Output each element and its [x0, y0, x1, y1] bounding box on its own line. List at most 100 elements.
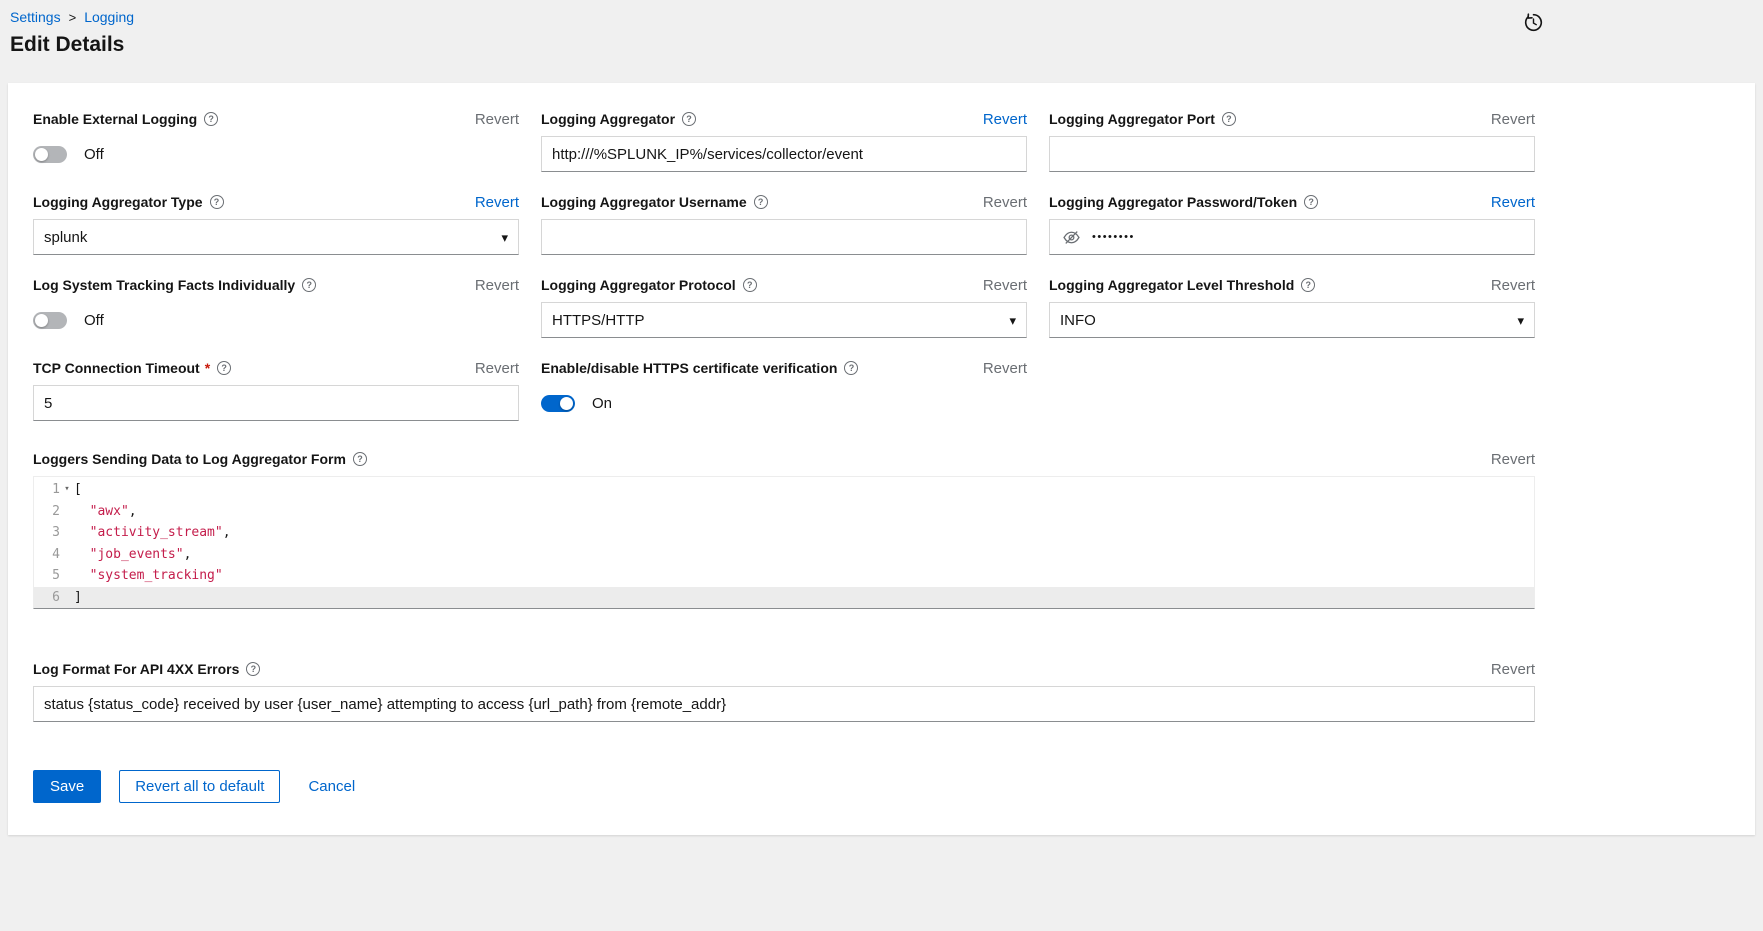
tcp-connection-timeout-input[interactable]	[33, 385, 519, 421]
select-value: splunk	[44, 229, 87, 246]
field-label: Logging Aggregator Protocol	[541, 277, 736, 293]
help-icon[interactable]: ?	[204, 112, 218, 126]
logging-aggregator-input[interactable]	[541, 136, 1027, 172]
logging-aggregator-type-select[interactable]: splunk ▾	[33, 219, 519, 255]
https-certificate-verification-toggle[interactable]	[541, 395, 575, 412]
eye-slash-icon	[1063, 229, 1080, 246]
revert-button[interactable]: Revert	[1491, 661, 1535, 678]
settings-form: Enable External Logging ? Revert Off Log…	[33, 109, 1730, 722]
loggers-code-editor[interactable]: 1▾ [ 2 "awx", 3 "activity_stream", 4 "jo…	[33, 476, 1535, 609]
field-logging-aggregator-type: Logging Aggregator Type ? Revert splunk …	[33, 192, 519, 255]
field-label: Logging Aggregator	[541, 111, 675, 127]
revert-button[interactable]: Revert	[1491, 277, 1535, 294]
field-label: Logging Aggregator Port	[1049, 111, 1215, 127]
revert-button[interactable]: Revert	[475, 194, 519, 211]
revert-button[interactable]: Revert	[1491, 194, 1535, 211]
code-line: 4 "job_events",	[34, 544, 1534, 566]
form-actions: Save Revert all to default Cancel	[33, 770, 1730, 803]
field-label: TCP Connection Timeout	[33, 360, 200, 376]
field-label: Log Format For API 4XX Errors	[33, 661, 239, 677]
required-asterisk: *	[205, 360, 210, 376]
field-logging-aggregator-protocol: Logging Aggregator Protocol ? Revert HTT…	[541, 275, 1027, 338]
help-icon[interactable]: ?	[1222, 112, 1236, 126]
help-icon[interactable]: ?	[743, 278, 757, 292]
field-label: Logging Aggregator Level Threshold	[1049, 277, 1294, 293]
help-icon[interactable]: ?	[1304, 195, 1318, 209]
select-value: HTTPS/HTTP	[552, 312, 645, 329]
breadcrumb-settings-link[interactable]: Settings	[10, 9, 61, 25]
help-icon[interactable]: ?	[353, 452, 367, 466]
field-https-certificate-verification: Enable/disable HTTPS certificate verific…	[541, 358, 1027, 421]
toggle-state-label: On	[592, 395, 612, 412]
help-icon[interactable]: ?	[217, 361, 231, 375]
chevron-down-icon: ▾	[1009, 314, 1016, 327]
breadcrumb-separator: >	[69, 10, 77, 25]
breadcrumb-logging-link[interactable]: Logging	[84, 9, 134, 25]
field-label: Logging Aggregator Username	[541, 194, 747, 210]
code-line: 3 "activity_stream",	[34, 522, 1534, 544]
chevron-down-icon: ▾	[1517, 314, 1524, 327]
revert-button[interactable]: Revert	[1491, 451, 1535, 468]
help-icon[interactable]: ?	[246, 662, 260, 676]
help-icon[interactable]: ?	[210, 195, 224, 209]
logging-aggregator-level-select[interactable]: INFO ▾	[1049, 302, 1535, 338]
revert-all-button[interactable]: Revert all to default	[119, 770, 280, 803]
field-logging-aggregator-password: Logging Aggregator Password/Token ? Reve…	[1049, 192, 1535, 255]
line-number: 4	[34, 544, 60, 566]
revert-button[interactable]: Revert	[983, 277, 1027, 294]
field-logging-aggregator-port: Logging Aggregator Port ? Revert	[1049, 109, 1535, 172]
field-logging-aggregator: Logging Aggregator ? Revert	[541, 109, 1027, 172]
revert-button[interactable]: Revert	[475, 111, 519, 128]
field-logging-aggregator-level-threshold: Logging Aggregator Level Threshold ? Rev…	[1049, 275, 1535, 338]
logging-aggregator-username-input[interactable]	[541, 219, 1027, 255]
log-system-tracking-toggle[interactable]	[33, 312, 67, 329]
toggle-knob	[35, 314, 48, 327]
logging-aggregator-port-input[interactable]	[1049, 136, 1535, 172]
code-line: 2 "awx",	[34, 501, 1534, 523]
history-icon	[1524, 13, 1543, 32]
field-label: Loggers Sending Data to Log Aggregator F…	[33, 451, 346, 467]
revert-button[interactable]: Revert	[475, 360, 519, 377]
toggle-knob	[35, 148, 48, 161]
help-icon[interactable]: ?	[1301, 278, 1315, 292]
edit-details-card: Enable External Logging ? Revert Off Log…	[8, 83, 1755, 835]
help-icon[interactable]: ?	[302, 278, 316, 292]
revert-button[interactable]: Revert	[983, 194, 1027, 211]
field-loggers-sending-data: Loggers Sending Data to Log Aggregator F…	[33, 449, 1535, 609]
page-title: Edit Details	[10, 33, 1751, 57]
logging-aggregator-protocol-select[interactable]: HTTPS/HTTP ▾	[541, 302, 1027, 338]
line-number: 3	[34, 522, 60, 544]
help-icon[interactable]: ?	[754, 195, 768, 209]
help-icon[interactable]: ?	[844, 361, 858, 375]
history-button[interactable]	[1522, 11, 1545, 34]
password-reveal-button[interactable]	[1050, 220, 1092, 254]
select-value: INFO	[1060, 312, 1096, 329]
field-label: Logging Aggregator Type	[33, 194, 203, 210]
enable-external-logging-toggle[interactable]	[33, 146, 67, 163]
cancel-button[interactable]: Cancel	[308, 770, 355, 803]
field-label: Enable/disable HTTPS certificate verific…	[541, 360, 837, 376]
chevron-down-icon: ▾	[501, 231, 508, 244]
field-label: Logging Aggregator Password/Token	[1049, 194, 1297, 210]
revert-button[interactable]: Revert	[983, 360, 1027, 377]
password-masked-value: ••••••••	[1092, 231, 1135, 243]
revert-button[interactable]: Revert	[983, 111, 1027, 128]
toggle-state-label: Off	[84, 146, 104, 163]
line-number: 5	[34, 565, 60, 587]
revert-button[interactable]: Revert	[1491, 111, 1535, 128]
field-logging-aggregator-username: Logging Aggregator Username ? Revert	[541, 192, 1027, 255]
field-tcp-connection-timeout: TCP Connection Timeout * ? Revert	[33, 358, 519, 421]
line-number: 1	[34, 479, 60, 501]
code-line: 1▾ [	[34, 479, 1534, 501]
field-log-format-api-4xx: Log Format For API 4XX Errors ? Revert	[33, 659, 1535, 722]
line-number: 2	[34, 501, 60, 523]
fold-caret-icon[interactable]: ▾	[60, 479, 74, 501]
revert-button[interactable]: Revert	[475, 277, 519, 294]
breadcrumb: Settings > Logging	[10, 9, 1751, 25]
log-format-api-4xx-input[interactable]	[33, 686, 1535, 722]
field-label: Log System Tracking Facts Individually	[33, 277, 295, 293]
help-icon[interactable]: ?	[682, 112, 696, 126]
code-line: 5 "system_tracking"	[34, 565, 1534, 587]
toggle-knob	[560, 397, 573, 410]
save-button[interactable]: Save	[33, 770, 101, 803]
